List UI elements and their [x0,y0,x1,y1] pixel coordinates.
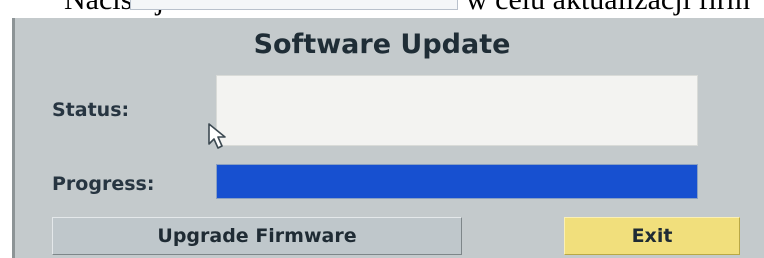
mouse-pointer-icon [208,123,226,149]
caption-field-image [130,0,458,10]
status-field [216,75,698,146]
dialog-title: Software Update [253,29,511,60]
exit-button[interactable]: Exit [564,217,740,255]
instruction-caption: Naciśnij w celu aktualizacji firm [0,0,764,18]
progress-label: Progress: [52,173,155,195]
upgrade-firmware-button[interactable]: Upgrade Firmware [52,217,462,255]
caption-right-text: w celu aktualizacji firm [466,0,750,18]
progress-fill [217,165,697,198]
status-label: Status: [52,99,130,121]
progress-bar [216,164,698,199]
